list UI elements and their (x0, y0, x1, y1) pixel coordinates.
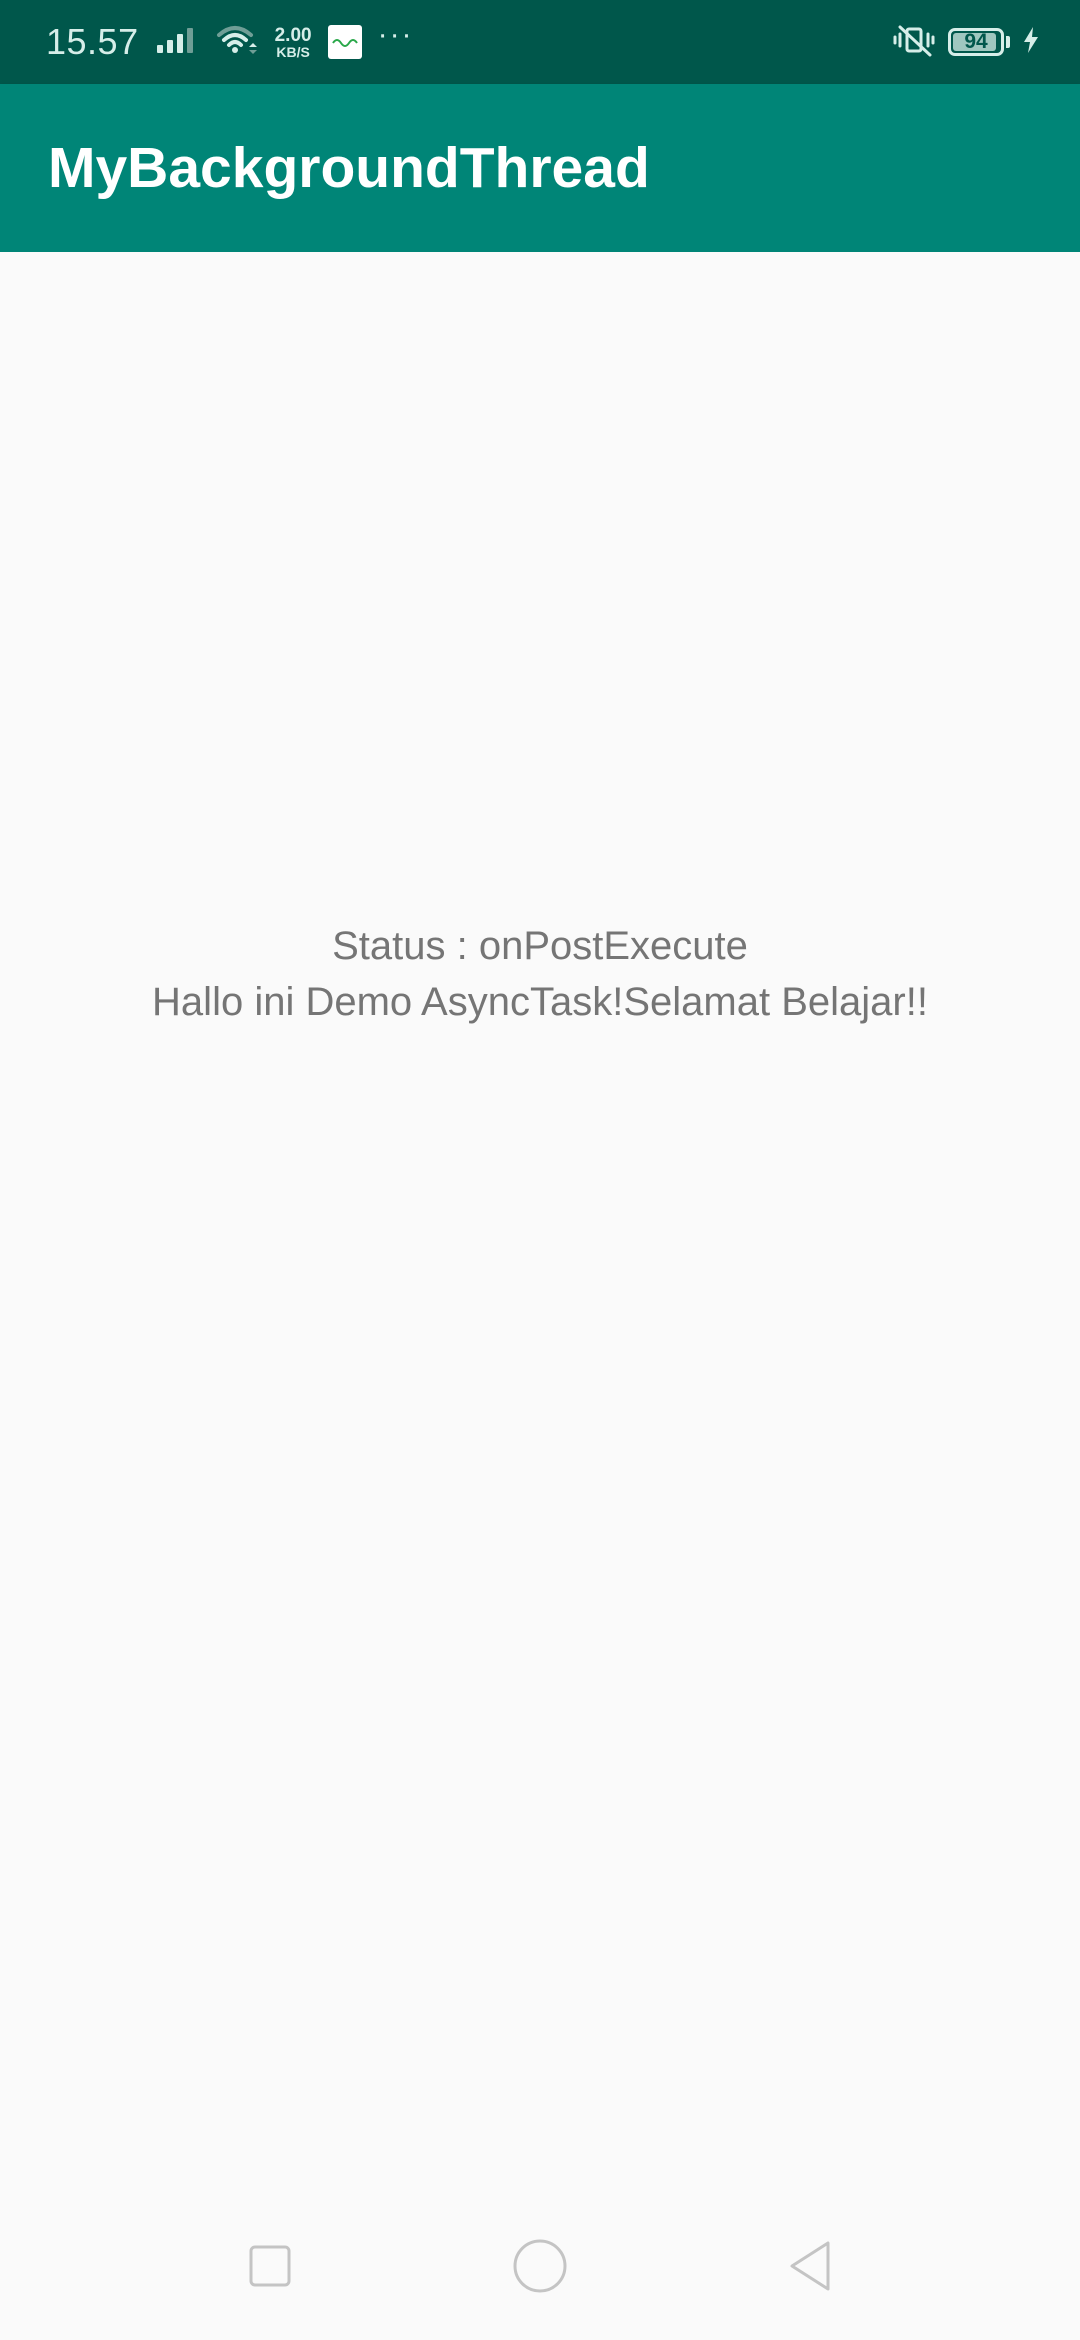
main-content (0, 252, 1080, 2196)
app-notification-icon (327, 25, 362, 59)
charging-icon (1022, 26, 1040, 59)
signal-icon (155, 25, 199, 60)
circle-icon (510, 2236, 570, 2301)
status-right: 94 (892, 0, 1040, 84)
status-bar: 15.57 2.00 KB/S ··· 94 (0, 0, 1080, 84)
message-label: Hallo ini Demo AsyncTask!Selamat Belajar… (152, 980, 928, 1024)
home-button[interactable] (504, 2232, 576, 2304)
recents-button[interactable] (234, 2232, 306, 2304)
battery-tip (1006, 36, 1010, 48)
network-speed-unit: KB/S (276, 43, 310, 60)
page-title: MyBackgroundThread (48, 136, 650, 200)
more-icon: ··· (377, 18, 414, 51)
clock: 15.57 (46, 21, 139, 62)
network-speed-value: 2.00 (274, 24, 312, 46)
square-icon (246, 2242, 294, 2295)
navigation-bar (0, 2196, 1080, 2340)
battery-level: 94 (964, 30, 988, 53)
status-left: 15.57 2.00 KB/S ··· (46, 0, 414, 84)
back-button[interactable] (774, 2232, 846, 2304)
vibrate-icon (892, 23, 936, 62)
wifi-icon (215, 23, 259, 62)
app-bar: MyBackgroundThread (0, 84, 1080, 252)
back-triangle-icon (784, 2238, 836, 2299)
battery-icon: 94 (948, 28, 1004, 56)
network-speed: 2.00 KB/S (275, 26, 312, 59)
status-label: Status : onPostExecute (332, 924, 748, 968)
